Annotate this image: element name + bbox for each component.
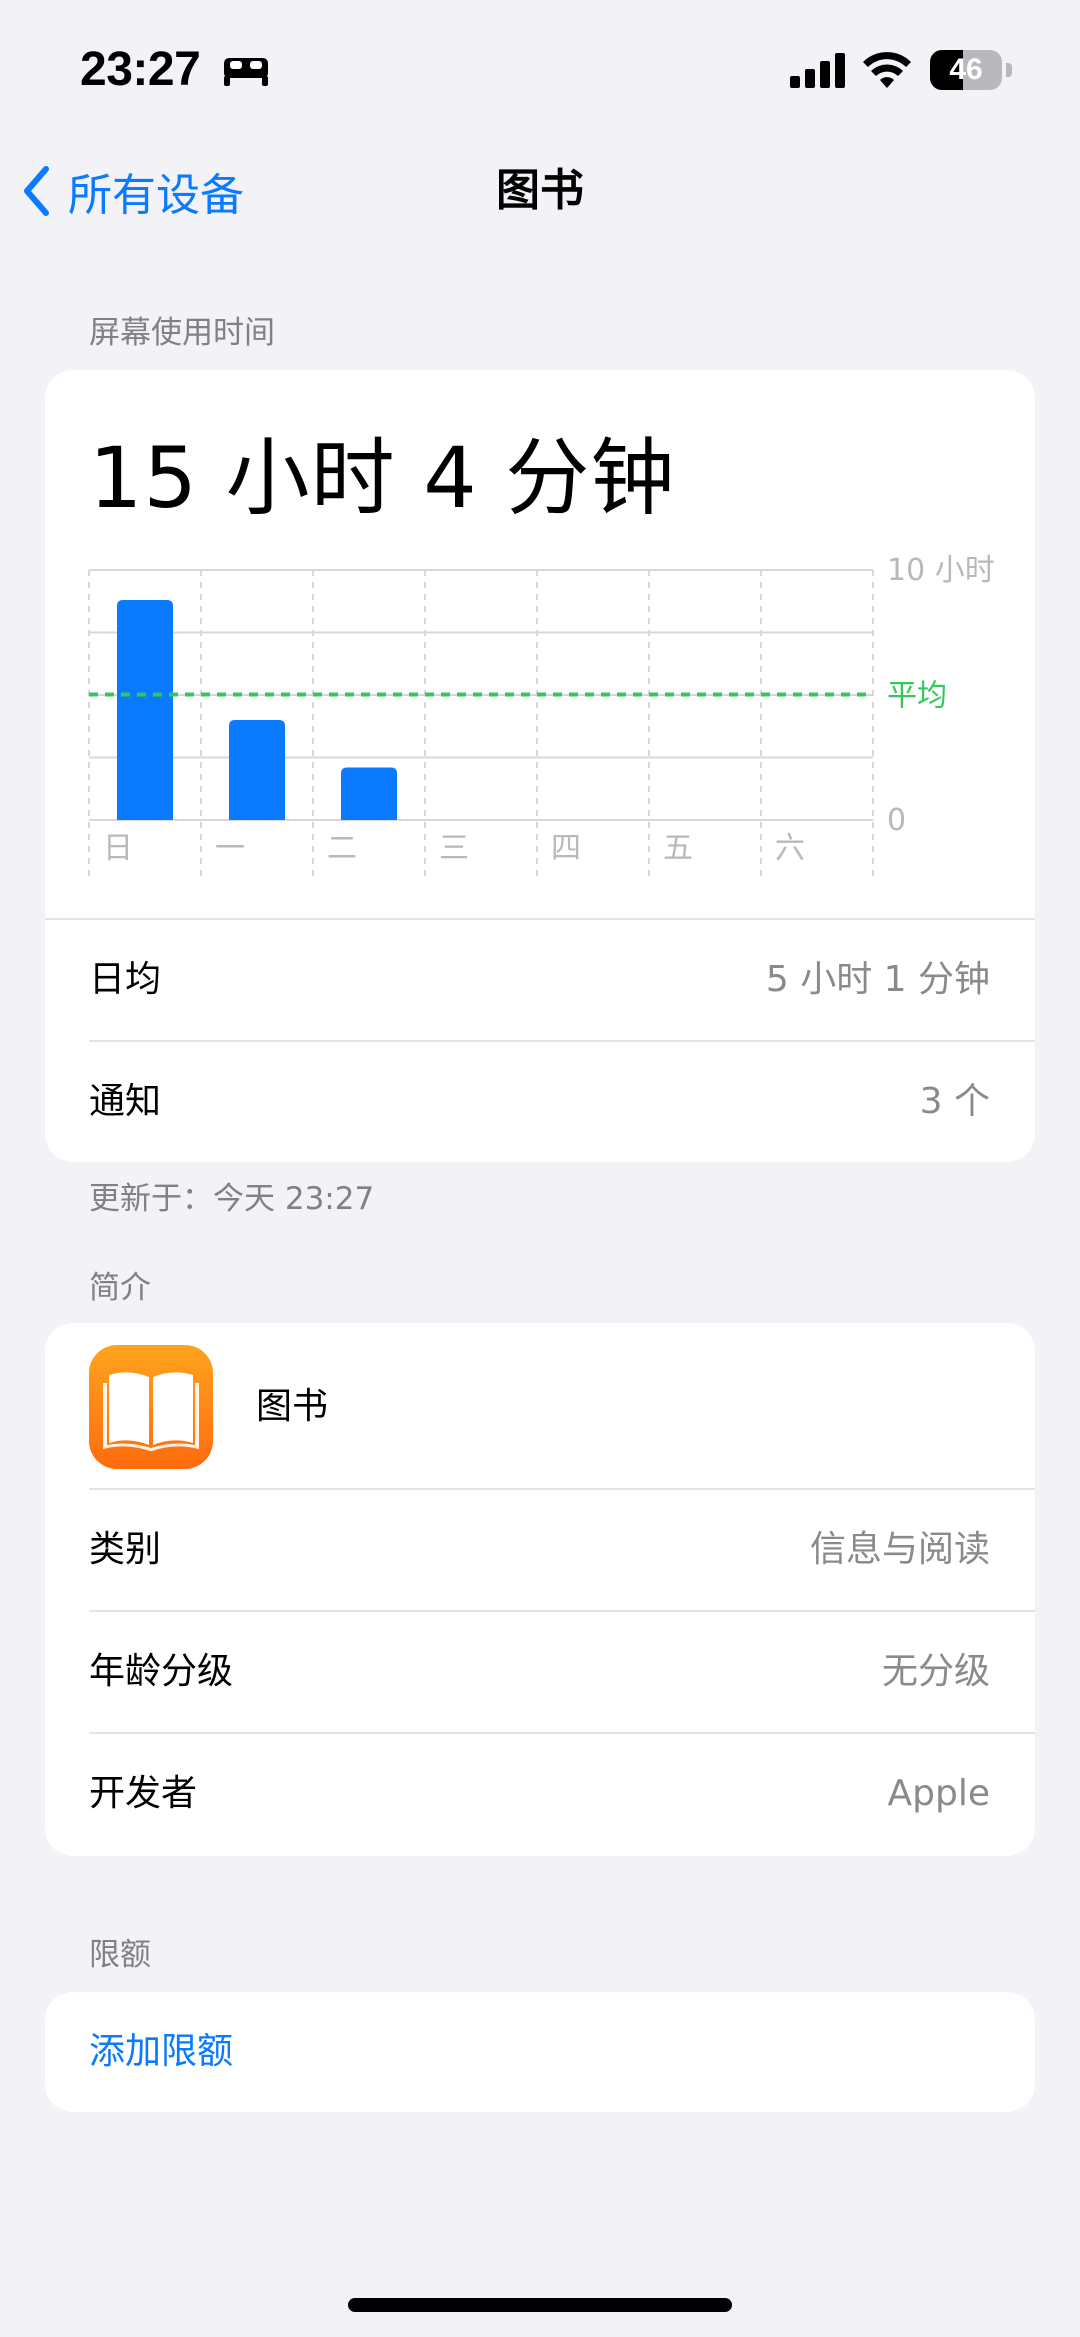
developer-row: 开发者 Apple [89,1734,1035,1854]
battery-indicator: 46 [930,50,1012,90]
section-header-screen-time: 屏幕使用时间 [89,315,275,351]
developer-label: 开发者 [89,1773,198,1814]
category-value: 信息与阅读 [809,1529,990,1570]
chart-category-label: 日 [103,831,133,866]
chart-bar-一[interactable] [229,720,285,820]
age-rating-row: 年龄分级 无分级 [89,1612,1035,1732]
daily-average-value: 5 小时 1 分钟 [765,959,990,1000]
limits-card: 添加限额 [45,1992,1035,2112]
chart-ytick-label: 0 [887,803,906,838]
chart-bar-日[interactable] [117,600,173,820]
chart-category-label: 三 [439,831,469,866]
books-icon [103,1372,199,1451]
category-label: 类别 [89,1529,162,1570]
chart-category-label: 五 [663,831,693,866]
chart-category-label: 二 [327,831,357,866]
page-title: 图书 [496,165,584,216]
chart-average-label: 平均 [887,679,947,714]
category-row: 类别 信息与阅读 [89,1490,1035,1610]
battery-percent: 46 [949,53,983,86]
bed-icon [224,58,268,86]
section-header-about: 简介 [89,1270,151,1306]
section-header-limits: 限额 [89,1937,151,1973]
notifications-label: 通知 [89,1081,162,1122]
status-time: 23:27 [80,43,201,96]
age-rating-value: 无分级 [881,1651,990,1692]
chart-category-label: 六 [775,831,805,866]
screen-time-card: 15 小时 4 分钟 日一二三四五六 10 小时 0 平均 日均 5 小时 1 分钟 … [45,370,1035,1162]
notifications-value: 3 个 [919,1081,990,1122]
updated-timestamp: 更新于：今天 23:27 [89,1181,375,1217]
chart-category-label: 四 [551,831,581,866]
wifi-icon [863,52,911,88]
about-card: 图书 类别 信息与阅读 年龄分级 无分级 开发者 Apple [45,1323,1035,1856]
notifications-row: 通知 3 个 [89,1042,1035,1162]
books-app-icon [89,1345,213,1469]
app-name: 图书 [256,1386,329,1427]
status-bar: 23:27 46 [0,0,1080,140]
cellular-signal-icon [790,53,845,88]
usage-bar-chart[interactable]: 日 一 二 三 四 五 六 10 小时 0 平均 [45,370,1035,890]
chart-ytick-label: 10 小时 [887,553,995,588]
chart-bar-二[interactable] [341,767,397,821]
add-limit-button[interactable]: 添加限额 [89,1992,233,2112]
home-indicator[interactable] [348,2298,732,2312]
daily-average-label: 日均 [89,959,162,1000]
age-rating-label: 年龄分级 [89,1651,234,1692]
daily-average-row: 日均 5 小时 1 分钟 [89,920,1035,1040]
developer-value: Apple [887,1773,990,1814]
chart-category-label: 一 [215,831,245,866]
